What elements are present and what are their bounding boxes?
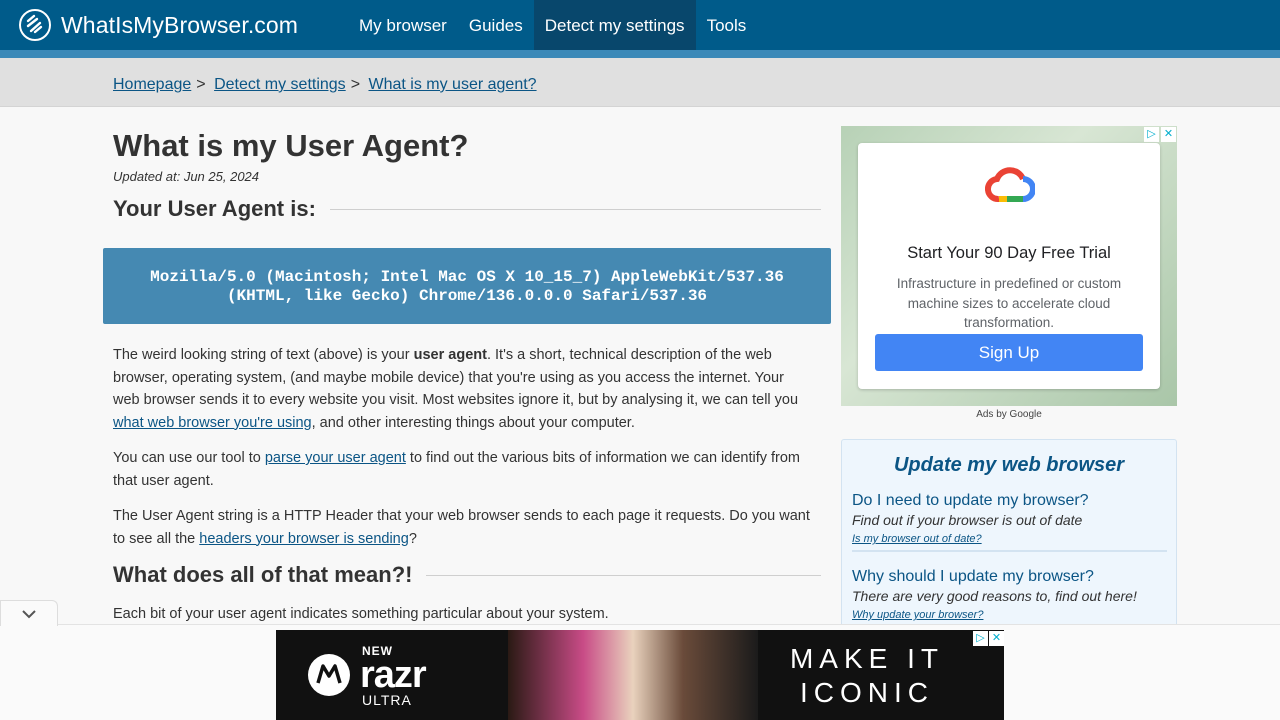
ad-slogan: MAKE IT ICONIC	[782, 642, 952, 710]
update-box-title: Update my web browser	[893, 454, 1125, 476]
logo-icon	[19, 9, 51, 41]
user-agent-box[interactable]: Mozilla/5.0 (Macintosh; Intel Mac OS X 1…	[103, 248, 831, 324]
update-more-link[interactable]: Is my browser out of date?	[852, 533, 982, 545]
close-ad-icon[interactable]: ✕	[989, 631, 1004, 646]
breadcrumb-separator: >	[196, 76, 206, 93]
user-agent-line-1: Mozilla/5.0 (Macintosh; Intel Mac OS X 1…	[150, 268, 784, 286]
ad-title: Start Your 90 Day Free Trial	[907, 244, 1111, 262]
ua-heading: Your User Agent is:	[113, 196, 316, 221]
ad-slogan-line-1: MAKE IT	[789, 643, 944, 674]
intro-text-c: , and other interesting things about you…	[311, 414, 635, 431]
nav-tools[interactable]: Tools	[696, 0, 758, 50]
intro-bold: user agent	[413, 347, 487, 363]
main-nav: My browser Guides Detect my settings Too…	[348, 0, 757, 50]
site-header: WhatIsMyBrowser.com My browser Guides De…	[0, 0, 1280, 50]
meaning-paragraph: Each bit of your user agent indicates so…	[113, 606, 609, 622]
breadcrumb: Homepage > Detect my settings > What is my…	[113, 76, 537, 94]
headers-text-b: ?	[408, 530, 417, 547]
site-name: WhatIsMyBrowser.com	[61, 11, 299, 38]
intro-paragraph: The weird looking string of text (above)…	[113, 344, 813, 434]
breadcrumb-what-is-my-user-agent[interactable]: What is my user agent?	[368, 76, 536, 93]
update-answer: Find out if your browser is out of date	[852, 512, 1083, 528]
what-browser-link[interactable]: what web browser you're using	[113, 415, 312, 431]
ua-heading-row: Your User Agent is:	[113, 196, 821, 222]
headers-link[interactable]: headers your browser is sending	[199, 531, 409, 547]
chevron-down-icon	[22, 610, 36, 619]
headers-paragraph: The User Agent string is a HTTP Header t…	[113, 505, 813, 550]
nav-detect-my-settings[interactable]: Detect my settings	[533, 0, 696, 50]
ad-photo	[508, 630, 758, 720]
motorola-logo-icon	[308, 654, 350, 696]
user-agent-line-2: (KHTML, like Gecko) Chrome/136.0.0.0 Saf…	[226, 287, 708, 305]
close-ad-icon[interactable]: ✕	[1161, 127, 1176, 142]
update-item: Do I need to update my browser? Find out…	[852, 491, 1167, 548]
ad-product-name: razr	[360, 654, 427, 696]
heading-rule	[426, 574, 821, 576]
ads-by-google: Ads by Google	[976, 409, 1042, 420]
update-answer: There are very good reasons to, find out…	[852, 588, 1137, 604]
meaning-heading: What does all of that mean?!	[113, 562, 413, 587]
update-more-link[interactable]: Why update your browser?	[852, 609, 983, 621]
update-question-link[interactable]: Do I need to update my browser?	[852, 491, 1167, 511]
update-item: Why should I update my browser? There ar…	[852, 567, 1167, 624]
ad-slogan-line-2: ICONIC	[800, 677, 934, 708]
intro-text-a: The weird looking string of text (above)…	[113, 347, 414, 363]
site-logo[interactable]: WhatIsMyBrowser.com	[19, 9, 298, 41]
breadcrumb-homepage[interactable]: Homepage	[113, 76, 191, 93]
parse-user-agent-link[interactable]: parse your user agent	[265, 450, 406, 466]
update-browser-box: Update my web browser Do I need to updat…	[841, 439, 1177, 629]
ad-card[interactable]: Start Your 90 Day Free Trial Infrastruct…	[858, 143, 1160, 389]
bottom-banner-ad[interactable]: NEW razr ULTRA MAKE IT ICONIC ▷ ✕	[276, 630, 1004, 720]
update-question-link[interactable]: Why should I update my browser?	[852, 567, 1167, 587]
parse-text-a: You can use our tool to	[113, 450, 265, 466]
ad-ultra-label: ULTRA	[362, 692, 412, 708]
adchoices-icon[interactable]: ▷	[1144, 127, 1159, 142]
update-divider	[852, 550, 1167, 552]
main-content: What is my User Agent? Updated at: Jun 2…	[113, 127, 821, 222]
ad-signup-button[interactable]: Sign Up	[875, 334, 1143, 371]
breadcrumb-separator: >	[350, 76, 361, 93]
nav-my-browser[interactable]: My browser	[348, 0, 458, 50]
google-cloud-icon	[985, 167, 1035, 203]
updated-date: Updated at: Jun 25, 2024	[113, 169, 260, 184]
nav-guides[interactable]: Guides	[458, 0, 534, 50]
breadcrumb-bar: Homepage > Detect my settings > What is my…	[0, 58, 1280, 107]
parse-paragraph: You can use our tool to parse your user …	[113, 447, 813, 492]
meaning-heading-row: What does all of that mean?!	[113, 562, 821, 588]
header-strip	[0, 50, 1280, 58]
breadcrumb-detect-my-settings[interactable]: Detect my settings	[214, 76, 346, 93]
collapse-ad-button[interactable]	[0, 600, 58, 626]
adchoices-icon[interactable]: ▷	[973, 631, 988, 646]
page-title: What is my User Agent?	[113, 128, 469, 163]
heading-rule	[329, 208, 821, 210]
sidebar-ad[interactable]: ▷ ✕ Start Your 90 Day Free Trial Infrast…	[841, 126, 1177, 406]
ad-description: Infrastructure in predefined or custom m…	[896, 276, 1122, 330]
